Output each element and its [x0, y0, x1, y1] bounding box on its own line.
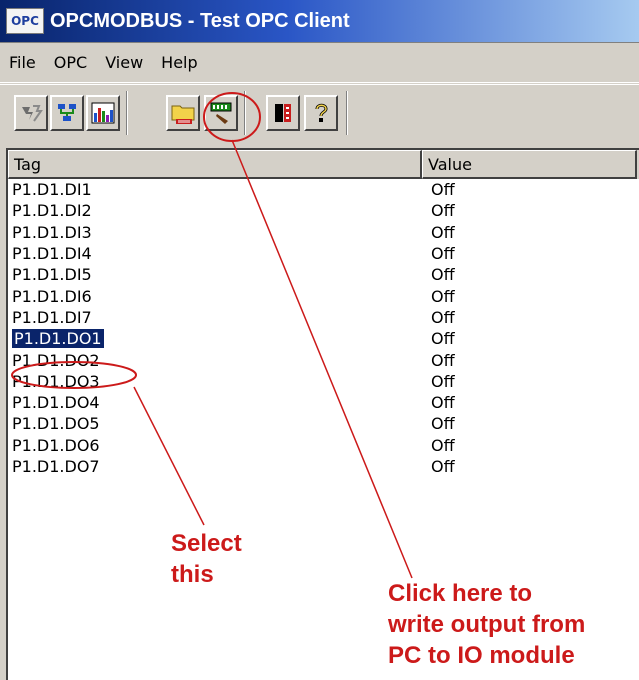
- tag-text: P1.D1.DI4: [12, 244, 92, 264]
- tag-text: P1.D1.DO6: [12, 435, 100, 455]
- connect-network-icon: [58, 104, 76, 121]
- window-title: OPCMODBUS - Test OPC Client: [50, 9, 350, 32]
- table-row[interactable]: P1.D1.DI7 Off: [8, 307, 639, 328]
- write-annotation-line: write output from: [388, 611, 586, 638]
- table-row[interactable]: P1.D1.DO4 Off: [8, 392, 639, 413]
- tag-text: P1.D1.DI7: [12, 307, 92, 327]
- menu-file[interactable]: File: [0, 53, 45, 72]
- tag-cell: P1.D1.DO7: [8, 457, 422, 476]
- tag-cell: P1.D1.DI3: [8, 223, 422, 242]
- tag-cell: P1.D1.DO6: [8, 436, 422, 455]
- tag-cell: P1.D1.DO4: [8, 393, 422, 412]
- value-cell: Off: [431, 180, 455, 200]
- toolbar-separator: [346, 91, 348, 135]
- help-button[interactable]: [304, 95, 338, 131]
- table-row[interactable]: P1.D1.DI2 Off: [8, 200, 639, 221]
- select-annotation-line: Select: [171, 530, 242, 557]
- tag-text: P1.D1.DI2: [12, 201, 92, 221]
- connect-button[interactable]: [50, 95, 84, 131]
- menu-opc[interactable]: OPC: [45, 53, 96, 72]
- write-button[interactable]: [204, 95, 238, 131]
- add-item-button[interactable]: [166, 95, 200, 131]
- table-row[interactable]: P1.D1.DI3 Off: [8, 222, 639, 243]
- tag-text: P1.D1.DO5: [12, 414, 100, 434]
- tag-text: P1.D1.DO7: [12, 457, 100, 476]
- tag-text: P1.D1.DO4: [12, 393, 100, 413]
- write-annotation-line: PC to IO module: [388, 642, 575, 669]
- chart-button[interactable]: [86, 95, 120, 131]
- tag-text: P1.D1.DI3: [12, 222, 92, 242]
- tag-cell: P1.D1.DI2: [8, 201, 422, 220]
- list-rows: P1.D1.DI1 Off P1.D1.DI2 Off P1.D1.DI3 Off P1.D…: [8, 179, 639, 477]
- tag-cell: P1.D1.DI1: [8, 180, 422, 199]
- write-annotation: Click here to write output from PC to IO…: [388, 578, 585, 671]
- table-row[interactable]: P1.D1.DI4 Off: [8, 243, 639, 264]
- disconnect-icon: [22, 105, 43, 122]
- value-cell: Off: [431, 329, 455, 349]
- tag-text: P1.D1.DO2: [12, 350, 100, 370]
- value-cell: Off: [431, 414, 455, 434]
- menu-view[interactable]: View: [96, 53, 152, 72]
- select-annotation-line: this: [171, 561, 214, 588]
- select-annotation: Select this: [171, 528, 242, 590]
- tag-text: P1.D1.DO1: [12, 329, 104, 349]
- table-row[interactable]: P1.D1.DI6 Off: [8, 285, 639, 306]
- tag-text: P1.D1.DO3: [12, 371, 100, 391]
- title-bar[interactable]: OPC OPCMODBUS - Test OPC Client: [0, 0, 639, 42]
- write-annotation-line: Click here to: [388, 580, 533, 607]
- value-cell: Off: [431, 393, 455, 413]
- tag-cell: P1.D1.DI6: [8, 287, 422, 306]
- write-value-icon: [210, 102, 232, 124]
- column-header-tag[interactable]: Tag: [8, 150, 422, 179]
- table-row[interactable]: P1.D1.DO1 Off: [8, 328, 639, 349]
- table-row[interactable]: P1.D1.DO2 Off: [8, 349, 639, 370]
- value-cell: Off: [431, 371, 455, 391]
- exit-icon: [275, 104, 291, 122]
- value-cell: Off: [431, 244, 455, 264]
- tag-cell: P1.D1.DO3: [8, 372, 422, 391]
- toolbar: [0, 84, 639, 145]
- add-item-folder-icon: [171, 105, 195, 124]
- tag-cell: P1.D1.DI5: [8, 265, 422, 284]
- toolbar-separator: [126, 91, 128, 135]
- tag-cell: P1.D1.DO2: [8, 351, 422, 370]
- menu-help[interactable]: Help: [152, 53, 206, 72]
- tag-cell: P1.D1.DI4: [8, 244, 422, 263]
- exit-button[interactable]: [266, 95, 300, 131]
- table-row[interactable]: P1.D1.DI1 Off: [8, 179, 639, 200]
- table-row[interactable]: P1.D1.DO7 Off: [8, 456, 639, 477]
- value-cell: Off: [431, 307, 455, 327]
- table-row[interactable]: P1.D1.DI5 Off: [8, 264, 639, 285]
- disconnect-button[interactable]: [14, 95, 48, 131]
- value-cell: Off: [431, 435, 455, 455]
- list-header: Tag Value: [8, 150, 639, 179]
- menu-bar: File OPC View Help: [0, 42, 639, 83]
- table-row[interactable]: P1.D1.DO6 Off: [8, 435, 639, 456]
- value-cell: Off: [431, 222, 455, 242]
- tag-text: P1.D1.DI5: [12, 265, 92, 285]
- bar-chart-icon: [91, 102, 115, 124]
- tag-cell: P1.D1.DI7: [8, 308, 422, 327]
- tag-text: P1.D1.DI6: [12, 286, 92, 306]
- column-header-value[interactable]: Value: [422, 150, 637, 179]
- value-cell: Off: [431, 350, 455, 370]
- value-cell: Off: [431, 457, 455, 476]
- value-cell: Off: [431, 286, 455, 306]
- table-row[interactable]: P1.D1.DO5 Off: [8, 413, 639, 434]
- help-icon: [315, 103, 328, 122]
- tag-cell: P1.D1.DO5: [8, 414, 422, 433]
- tag-cell: P1.D1.DO1: [8, 329, 422, 349]
- value-cell: Off: [431, 265, 455, 285]
- tag-text: P1.D1.DI1: [12, 180, 92, 200]
- toolbar-separator: [244, 91, 246, 135]
- table-row[interactable]: P1.D1.DO3 Off: [8, 371, 639, 392]
- opc-app-icon: OPC: [6, 8, 44, 34]
- value-cell: Off: [431, 201, 455, 221]
